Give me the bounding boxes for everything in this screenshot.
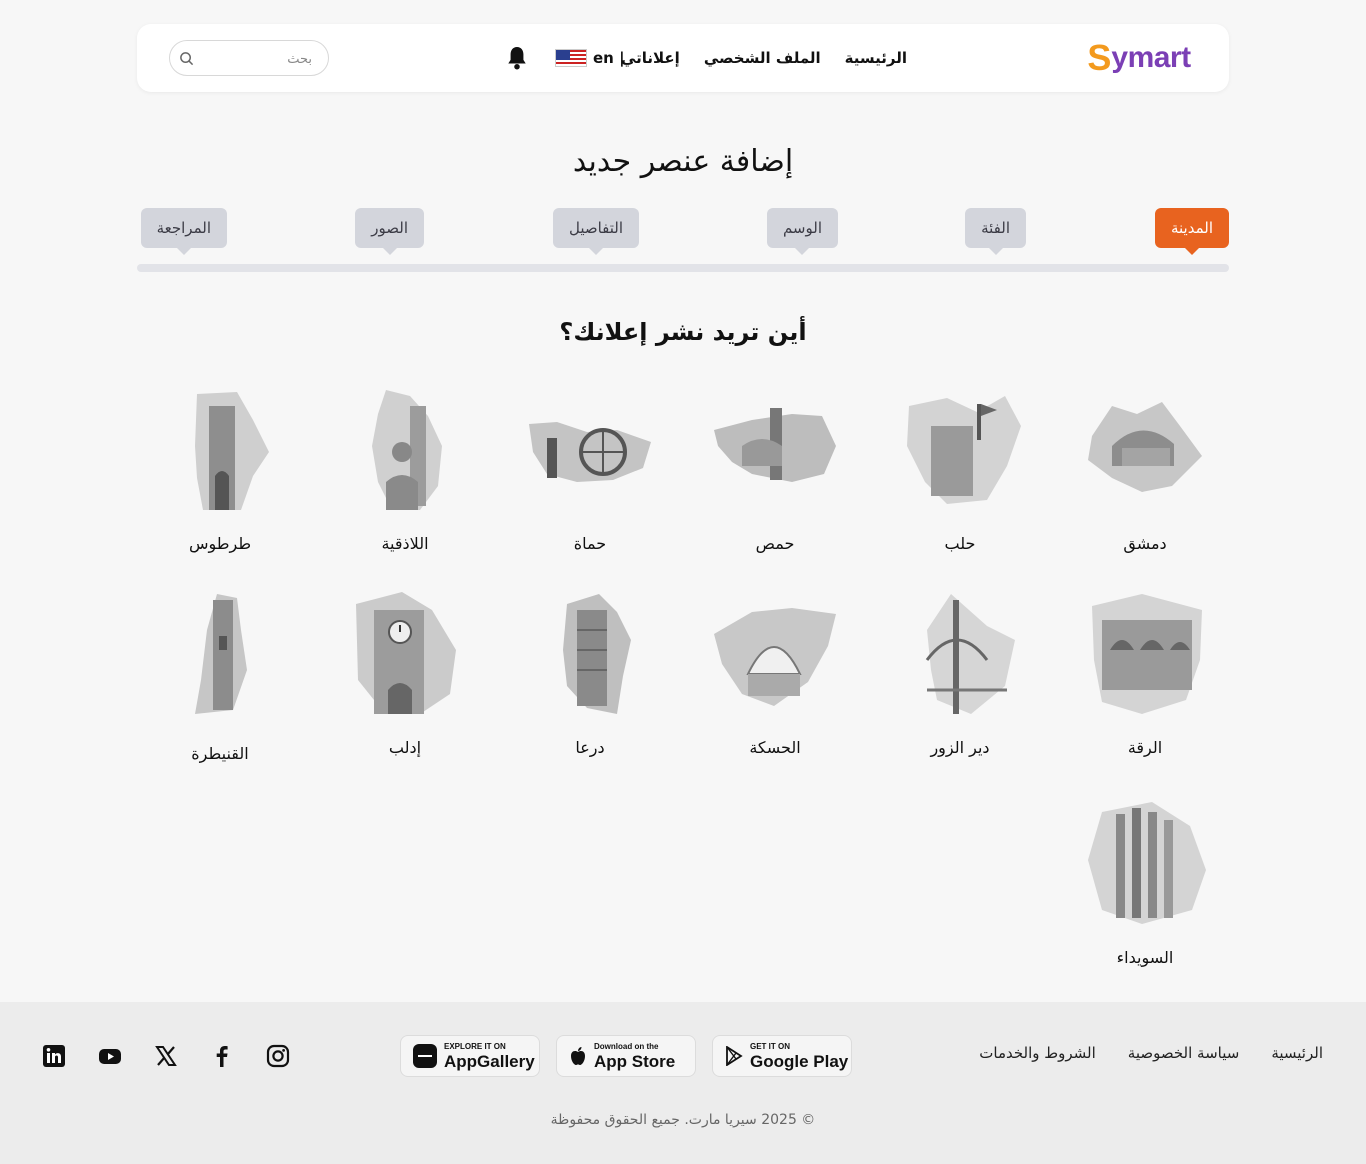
city-card-raqqa[interactable]: الرقة [1070,590,1220,757]
city-name: حمص [755,534,795,553]
language-label: en | [593,49,625,67]
city-card-daraa[interactable]: درعا [515,590,665,757]
language-switcher[interactable]: en | [555,24,625,92]
x-icon[interactable] [154,1044,178,1068]
city-name: اللاذقية [381,534,429,553]
google-play-button[interactable]: GET IT ON Google Play [712,1035,852,1077]
city-name: الرقة [1127,738,1163,757]
search-input[interactable] [202,49,312,69]
nav-home-link[interactable]: الرئيسية [845,49,907,67]
app-gallery-button[interactable]: EXPLORE IT ON AppGallery [400,1035,540,1077]
footer-home-link[interactable]: الرئيسية [1271,1044,1323,1068]
store-small-text: Download on the [594,1041,659,1051]
google-play-icon [726,1046,743,1066]
tartus-map-icon [195,392,269,510]
step-review[interactable]: المراجعة [140,208,227,255]
city-name: حماة [573,534,607,553]
footer: الرئيسية سياسة الخصوصية الشروط والخدمات … [0,1002,1366,1164]
city-question: أين تريد نشر إعلانك؟ [559,318,807,346]
footer-privacy-link[interactable]: سياسة الخصوصية [1128,1044,1240,1068]
youtube-icon[interactable] [98,1044,122,1068]
city-name: طرطوس [188,534,252,553]
bell-icon[interactable] [506,45,528,71]
city-card-quneitra[interactable]: القنيطرة [145,590,295,763]
city-name: الحسكة [749,738,801,757]
search-box[interactable] [169,40,329,76]
city-card-damascus[interactable]: دمشق [1070,386,1220,553]
facebook-icon[interactable] [210,1044,234,1068]
step-city[interactable]: المدينة [1154,208,1229,255]
city-card-latakia[interactable]: اللاذقية [330,386,480,553]
social-links [42,1044,290,1070]
city-card-hasakah[interactable]: الحسكة [700,590,850,757]
city-name: دمشق [1123,534,1167,553]
huawei-appgallery-icon [413,1044,437,1068]
quneitra-map-icon [195,594,247,714]
idlib-map-icon [356,592,456,714]
search-icon[interactable] [179,51,194,66]
daraa-map-icon [563,594,631,714]
step-details[interactable]: التفاصيل [552,208,639,255]
hasakah-map-icon [714,608,836,706]
damascus-map-icon [1088,402,1202,492]
city-card-sweida[interactable]: السويداء [1070,800,1220,967]
logo-text: ymart [1111,41,1191,74]
city-name: دير الزور [930,738,990,757]
city-name: السويداء [1116,948,1174,967]
apple-icon [571,1047,585,1065]
store-small-text: GET IT ON [750,1041,790,1051]
store-name: Google Play [750,1051,849,1071]
progress-track [137,264,1229,272]
main-nav: الرئيسية الملف الشخصي إعلاناتي [621,24,907,92]
store-name: AppGallery [444,1051,535,1071]
city-name: حلب [944,534,976,553]
latakia-map-icon [372,390,442,510]
logo-letter: S [1087,37,1112,78]
footer-terms-link[interactable]: الشروط والخدمات [979,1044,1096,1068]
city-card-idlib[interactable]: إدلب [330,590,480,757]
city-card-homs[interactable]: حمص [700,386,850,553]
city-name: إدلب [388,738,422,757]
page-title: إضافة عنصر جديد [572,144,794,179]
footer-links: الرئيسية سياسة الخصوصية الشروط والخدمات [979,1044,1323,1068]
sweida-map-icon [1088,802,1206,924]
top-navbar: Symart الرئيسية الملف الشخصي إعلاناتي en… [137,24,1229,92]
linkedin-icon[interactable] [42,1044,66,1068]
homs-map-icon [714,408,836,482]
city-card-aleppo[interactable]: حلب [885,386,1035,553]
step-photos[interactable]: الصور [355,208,424,255]
nav-my-ads-link[interactable]: إعلاناتي [621,49,680,67]
deir-ez-zor-map-icon [925,594,1015,714]
city-card-tartus[interactable]: طرطوس [145,386,295,553]
city-name: درعا [575,738,605,757]
raqqa-map-icon [1092,594,1202,714]
city-card-deir-ez-zor[interactable]: دير الزور [885,590,1035,757]
store-small-text: EXPLORE IT ON [444,1041,506,1051]
step-category[interactable]: الفئة [965,208,1026,255]
copyright-text: © 2025 سيريا مارت. جميع الحقوق محفوظة [550,1112,816,1128]
city-card-hama[interactable]: حماة [515,386,665,553]
instagram-icon[interactable] [266,1044,290,1068]
symart-logo[interactable]: Symart [1083,38,1195,78]
us-flag-icon [555,49,587,67]
hama-map-icon [529,422,651,482]
step-tag[interactable]: الوسم [766,208,838,255]
aleppo-map-icon [907,396,1021,504]
app-store-button[interactable]: Download on the App Store [556,1035,696,1077]
store-name: App Store [594,1051,676,1071]
city-name: القنيطرة [191,744,249,763]
step-progress: المدينة الفئة الوسم التفاصيل الصور المرا… [137,208,1229,278]
nav-profile-link[interactable]: الملف الشخصي [704,49,821,67]
